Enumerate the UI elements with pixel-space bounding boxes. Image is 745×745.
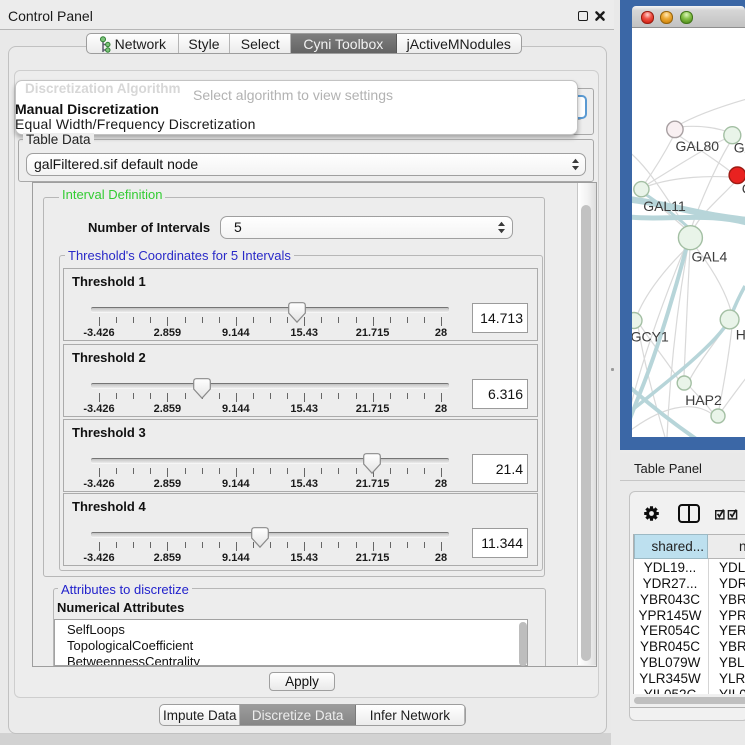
svg-text:GCY1: GCY1 [632,328,669,344]
svg-text:GAL4: GAL4 [692,249,728,265]
svg-text:HAP2: HAP2 [685,392,722,408]
svg-text:GAL80: GAL80 [676,138,720,154]
svg-text:H: H [736,327,745,343]
svg-text:GAL11: GAL11 [643,198,686,214]
svg-text:GA: GA [734,140,745,156]
